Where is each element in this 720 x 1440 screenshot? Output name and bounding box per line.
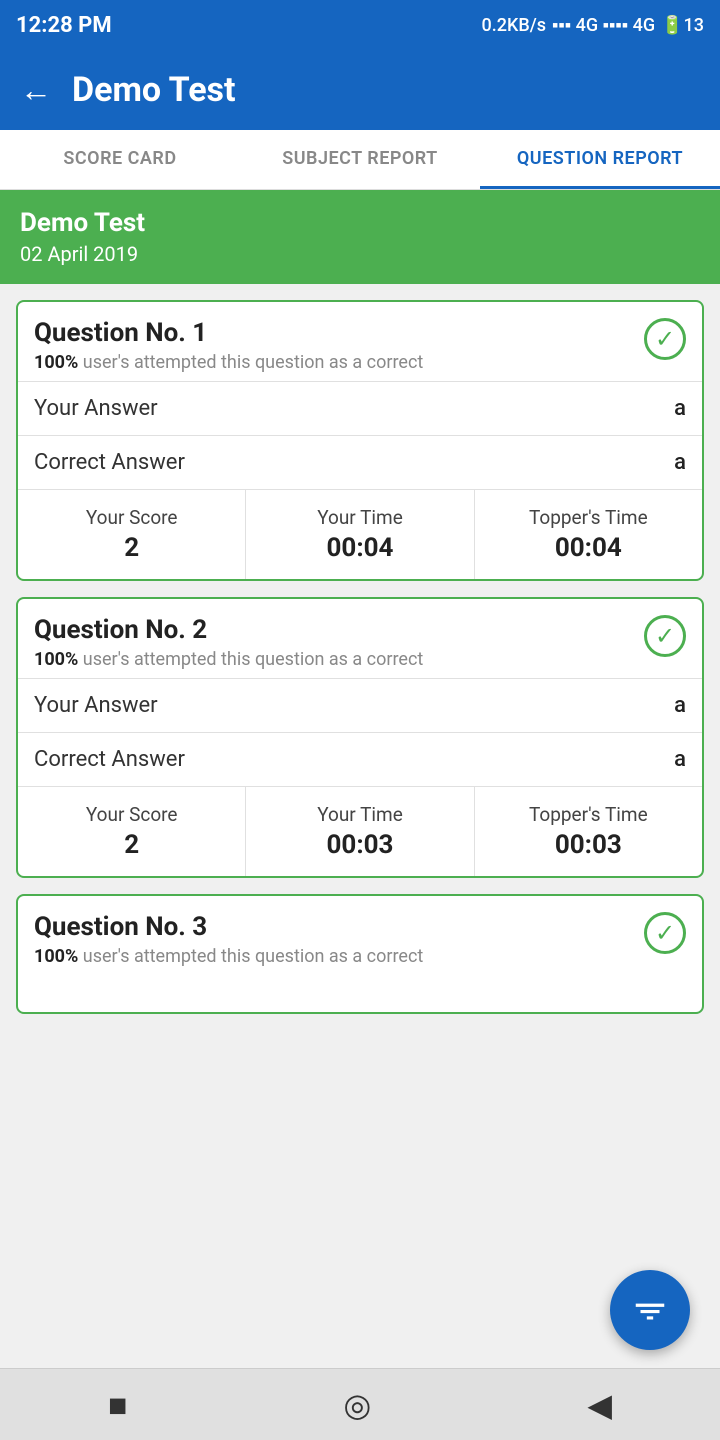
- question-2-topper-value: 00:03: [555, 830, 622, 860]
- question-2-attempt-label: user's attempted this question as a corr…: [83, 649, 424, 670]
- your-answer-label-1: Your Answer: [34, 396, 158, 421]
- question-1-correct-icon: ✓: [644, 318, 686, 360]
- question-2-time-value: 00:03: [326, 830, 393, 860]
- question-3-header: Question No. 3 100% user's attempted thi…: [18, 896, 702, 975]
- question-3-attempt: 100% user's attempted this question as a…: [34, 946, 423, 967]
- app-header: ← Demo Test: [0, 50, 720, 130]
- question-2-topper-label: Topper's Time: [529, 803, 648, 826]
- question-2-topper-cell: Topper's Time 00:03: [475, 787, 702, 876]
- question-2-correct-answer-row: Correct Answer a: [18, 732, 702, 786]
- question-2-header: Question No. 2 100% user's attempted thi…: [18, 599, 702, 678]
- question-2-number: Question No. 2: [34, 615, 423, 645]
- question-1-pct: 100%: [34, 352, 78, 373]
- question-card-2: Question No. 2 100% user's attempted thi…: [16, 597, 704, 878]
- question-2-time-cell: Your Time 00:03: [246, 787, 474, 876]
- question-2-time-label: Your Time: [317, 803, 403, 826]
- nav-triangle-icon[interactable]: ◀: [587, 1386, 612, 1424]
- tab-subject-report[interactable]: SUBJECT REPORT: [240, 130, 480, 189]
- question-1-topper-label: Topper's Time: [529, 506, 648, 529]
- question-1-score-cell: Your Score 2: [18, 490, 246, 579]
- question-card-3: Question No. 3 100% user's attempted thi…: [16, 894, 704, 1014]
- question-1-score-label: Your Score: [86, 506, 178, 529]
- filter-fab-button[interactable]: [610, 1270, 690, 1350]
- question-1-attempt: 100% user's attempted this question as a…: [34, 352, 423, 373]
- question-1-time-label: Your Time: [317, 506, 403, 529]
- content-area: Question No. 1 100% user's attempted thi…: [0, 284, 720, 1046]
- question-3-pct: 100%: [34, 946, 78, 967]
- question-1-number: Question No. 1: [34, 318, 423, 348]
- filter-icon: [631, 1291, 669, 1329]
- tab-question-report[interactable]: QUESTION REPORT: [480, 130, 720, 189]
- question-2-score-value: 2: [124, 830, 139, 860]
- nav-square-icon[interactable]: ■: [108, 1386, 127, 1424]
- question-1-topper-value: 00:04: [555, 533, 622, 563]
- question-2-correct-answer-val: a: [674, 747, 686, 772]
- bottom-nav: ■ ◎ ◀: [0, 1368, 720, 1440]
- question-1-correct-answer-val: a: [674, 450, 686, 475]
- network-text: ▪▪▪ 4G ▪▪▪▪ 4G: [552, 15, 655, 36]
- question-2-attempt: 100% user's attempted this question as a…: [34, 649, 423, 670]
- question-2-your-answer-val: a: [674, 693, 686, 718]
- question-2-stats-row: Your Score 2 Your Time 00:03 Topper's Ti…: [18, 786, 702, 876]
- question-2-correct-icon: ✓: [644, 615, 686, 657]
- question-1-attempt-label: user's attempted this question as a corr…: [83, 352, 424, 373]
- question-2-your-answer-row: Your Answer a: [18, 678, 702, 732]
- signal-text: 0.2KB/s: [482, 15, 547, 36]
- correct-answer-label-1: Correct Answer: [34, 450, 185, 475]
- question-1-topper-cell: Topper's Time 00:04: [475, 490, 702, 579]
- status-icons: 0.2KB/s ▪▪▪ 4G ▪▪▪▪ 4G 🔋13: [482, 15, 704, 36]
- question-1-correct-answer-row: Correct Answer a: [18, 435, 702, 489]
- question-3-number: Question No. 3: [34, 912, 423, 942]
- test-name: Demo Test: [20, 208, 700, 238]
- question-card-1: Question No. 1 100% user's attempted thi…: [16, 300, 704, 581]
- test-banner: Demo Test 02 April 2019: [0, 190, 720, 284]
- question-1-time-value: 00:04: [326, 533, 393, 563]
- status-bar: 12:28 PM 0.2KB/s ▪▪▪ 4G ▪▪▪▪ 4G 🔋13: [0, 0, 720, 50]
- question-1-your-answer-row: Your Answer a: [18, 381, 702, 435]
- question-2-score-label: Your Score: [86, 803, 178, 826]
- question-2-score-cell: Your Score 2: [18, 787, 246, 876]
- status-time: 12:28 PM: [16, 13, 112, 38]
- tab-score-card[interactable]: SCORE CARD: [0, 130, 240, 189]
- question-3-correct-icon: ✓: [644, 912, 686, 954]
- page-title: Demo Test: [72, 70, 236, 110]
- your-answer-label-2: Your Answer: [34, 693, 158, 718]
- question-1-your-answer-val: a: [674, 396, 686, 421]
- question-1-header: Question No. 1 100% user's attempted thi…: [18, 302, 702, 381]
- question-1-score-value: 2: [124, 533, 139, 563]
- battery-text: 🔋13: [661, 15, 704, 36]
- question-1-stats-row: Your Score 2 Your Time 00:04 Topper's Ti…: [18, 489, 702, 579]
- back-button[interactable]: ←: [20, 71, 52, 109]
- test-date: 02 April 2019: [20, 242, 700, 266]
- question-2-pct: 100%: [34, 649, 78, 670]
- question-3-attempt-label: user's attempted this question as a corr…: [83, 946, 424, 967]
- question-1-time-cell: Your Time 00:04: [246, 490, 474, 579]
- tab-bar: SCORE CARD SUBJECT REPORT QUESTION REPOR…: [0, 130, 720, 190]
- nav-circle-icon[interactable]: ◎: [343, 1386, 371, 1424]
- correct-answer-label-2: Correct Answer: [34, 747, 185, 772]
